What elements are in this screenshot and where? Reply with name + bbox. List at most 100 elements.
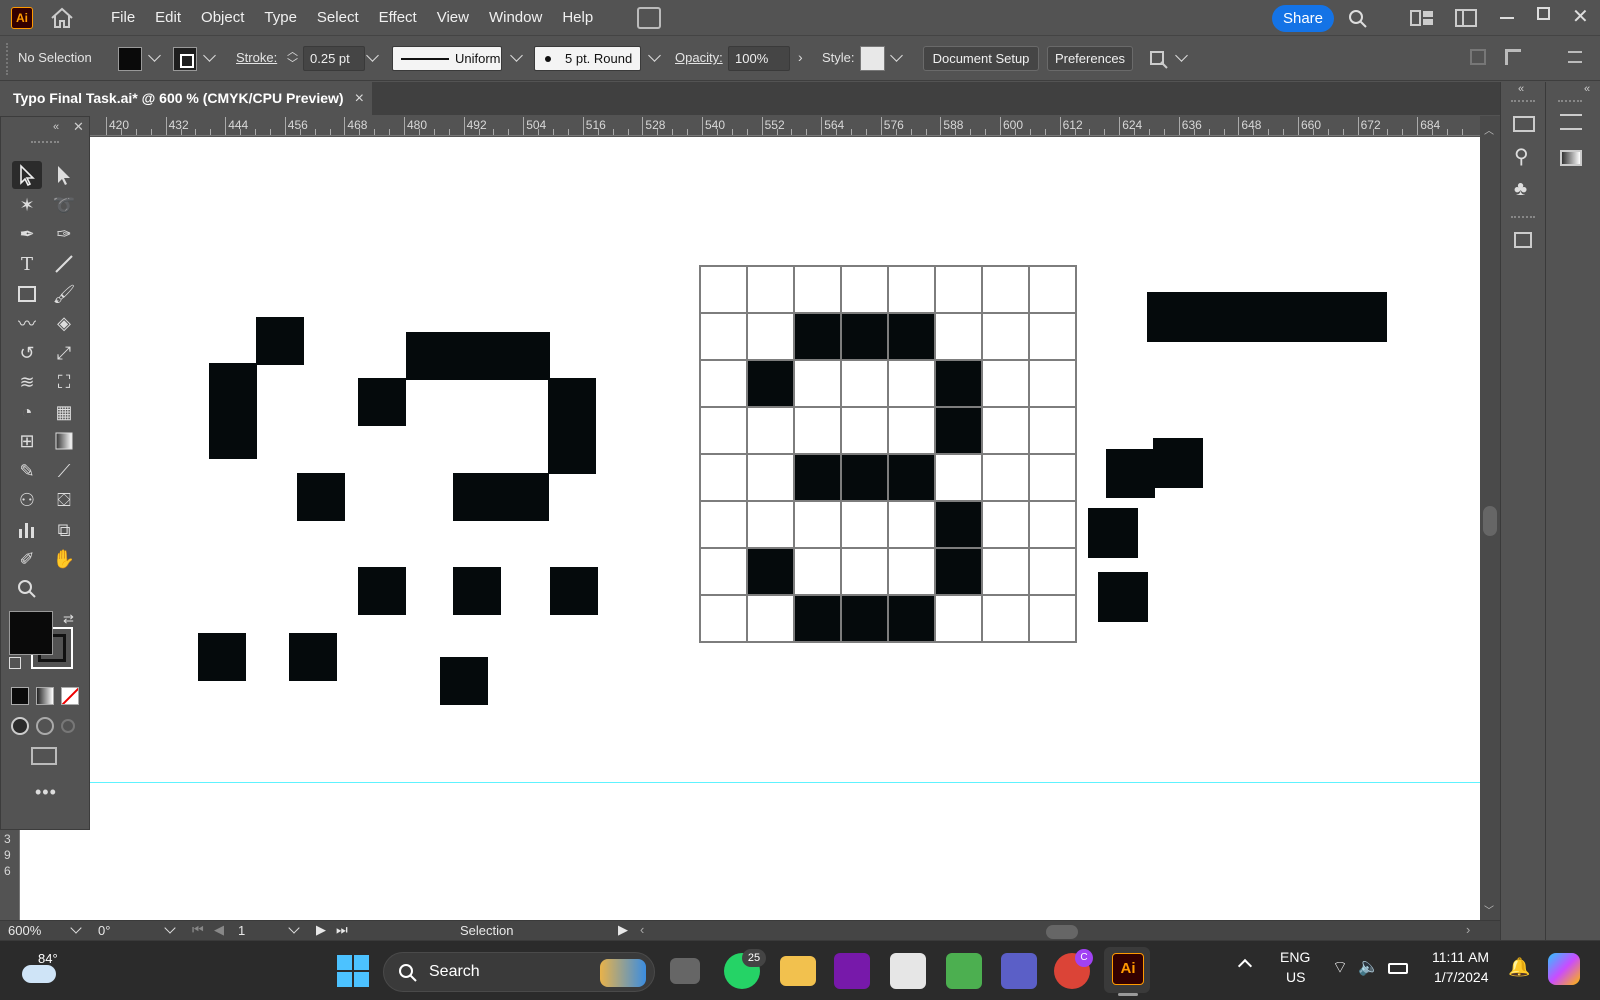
grid-cell-filled[interactable] [935, 360, 982, 407]
menu-select[interactable]: Select [307, 0, 369, 36]
status-menu-icon[interactable]: ▶ [618, 922, 628, 938]
collapse-panel-icon[interactable]: « [53, 121, 59, 133]
measure-tool-icon[interactable]: ⟋ [49, 457, 79, 485]
gradient-mode-icon[interactable] [36, 687, 54, 705]
grid-cell[interactable] [982, 266, 1029, 313]
chevron-down-icon[interactable] [288, 922, 300, 934]
pixel-block[interactable] [209, 363, 257, 459]
teams-icon[interactable] [1001, 953, 1037, 989]
draw-behind-icon[interactable] [36, 717, 54, 735]
magic-wand-tool-icon[interactable]: ✶ [12, 191, 42, 219]
rectangle-tool-icon[interactable] [12, 280, 42, 308]
stroke-weight-input[interactable]: 0.25 pt [303, 46, 365, 71]
artboard-canvas[interactable] [20, 137, 1480, 920]
chevron-down-icon[interactable] [148, 49, 161, 62]
grid-cell-filled[interactable] [841, 313, 888, 360]
onenote-icon[interactable] [834, 953, 870, 989]
screen-mode-icon[interactable] [31, 747, 57, 765]
selection-tool-icon[interactable] [12, 161, 42, 189]
shape-builder-tool-icon[interactable]: ◔ [12, 398, 42, 426]
pixel-block[interactable] [1147, 292, 1387, 342]
notifications-icon[interactable]: 🔔 [1508, 957, 1530, 978]
pixel-block[interactable] [289, 633, 337, 681]
pixel-block[interactable] [358, 567, 406, 615]
collapse-panel-icon[interactable]: « [1518, 83, 1524, 95]
clock-time[interactable]: 11:11 AM [1432, 949, 1489, 965]
grid-cell[interactable] [794, 501, 841, 548]
scroll-down-icon[interactable]: ﹀ [1484, 902, 1494, 917]
scroll-left-icon[interactable]: ‹ [640, 922, 644, 937]
type-tool-icon[interactable]: T [12, 250, 42, 278]
home-icon[interactable] [49, 6, 75, 30]
pen-tool-icon[interactable]: ✒ [12, 220, 42, 248]
menu-effect[interactable]: Effect [369, 0, 427, 36]
chevron-right-icon[interactable]: › [798, 49, 803, 65]
grid-cell-filled[interactable] [841, 454, 888, 501]
chevron-down-icon[interactable] [70, 922, 82, 934]
artboard-number[interactable]: 1 [238, 923, 245, 938]
grid-cell[interactable] [982, 548, 1029, 595]
pixel-block[interactable] [256, 317, 304, 365]
grid-cell[interactable] [1029, 501, 1076, 548]
grid-cell[interactable] [700, 313, 747, 360]
grid-cell[interactable] [888, 548, 935, 595]
slice-tool-icon[interactable]: ✐ [12, 545, 42, 573]
grid-cell[interactable] [935, 266, 982, 313]
fill-swatch[interactable] [118, 47, 142, 71]
workspace-icon[interactable] [1410, 9, 1434, 27]
grid-cell[interactable] [888, 360, 935, 407]
chevron-down-icon[interactable] [366, 49, 379, 62]
free-transform-tool-icon[interactable]: ⛶ [49, 368, 79, 396]
variable-width-profile[interactable]: Uniform [392, 46, 502, 71]
grid-cell[interactable] [1029, 407, 1076, 454]
clock-date[interactable]: 1/7/2024 [1434, 969, 1489, 985]
grid-cell[interactable] [700, 595, 747, 642]
document-tab[interactable]: Typo Final Task.ai* @ 600 % (CMYK/CPU Pr… [0, 82, 372, 115]
grid-cell-filled[interactable] [935, 407, 982, 454]
perspective-grid-tool-icon[interactable]: ▦ [49, 398, 79, 426]
grid-cell[interactable] [888, 266, 935, 313]
pixel-block[interactable] [297, 473, 345, 521]
gradient-tool-icon[interactable] [49, 427, 79, 455]
draw-inside-icon[interactable] [61, 719, 75, 733]
grid-cell[interactable] [700, 360, 747, 407]
pixel-block[interactable] [358, 378, 406, 426]
chevron-down-icon[interactable] [203, 49, 216, 62]
grid-cell-filled[interactable] [935, 501, 982, 548]
symbol-sprayer-tool-icon[interactable]: ⛋ [49, 486, 79, 514]
share-button[interactable]: Share [1272, 5, 1334, 32]
pixel-block[interactable] [1106, 449, 1155, 498]
taskbar-search[interactable]: Search [383, 952, 655, 992]
next-artboard-icon[interactable]: ▶ [316, 922, 326, 938]
language-top[interactable]: ENG [1280, 949, 1310, 965]
grid-cell[interactable] [1029, 266, 1076, 313]
previous-artboard-icon[interactable]: ◀ [214, 922, 224, 938]
panel-menu-icon[interactable] [1568, 51, 1582, 63]
wifi-icon[interactable]: ⌔ [1332, 957, 1348, 978]
rotation-value[interactable]: 0° [98, 923, 110, 938]
grid-cell[interactable] [1029, 360, 1076, 407]
line-tool-icon[interactable] [49, 250, 79, 278]
brush-definition[interactable]: 5 pt. Round [534, 46, 641, 71]
document-setup-button[interactable]: Document Setup [923, 46, 1039, 71]
scroll-right-icon[interactable]: › [1466, 922, 1470, 937]
grid-cell[interactable] [747, 595, 794, 642]
pixel-block[interactable] [1098, 572, 1148, 622]
task-view-icon[interactable] [670, 958, 700, 984]
grid-cell[interactable] [794, 266, 841, 313]
last-artboard-icon[interactable]: ⏭ [336, 922, 348, 938]
brushes-icon[interactable]: ⚲ [1514, 144, 1529, 169]
grid-cell[interactable] [841, 407, 888, 454]
grid-cell-filled[interactable] [935, 548, 982, 595]
scale-tool-icon[interactable]: ⤢ [49, 339, 79, 367]
microsoft-store-icon[interactable] [890, 953, 926, 989]
zoom-tool-icon[interactable] [12, 575, 42, 603]
grid-cell[interactable] [841, 501, 888, 548]
panel-toggle-icon[interactable] [1455, 9, 1477, 27]
grid-cell[interactable] [982, 501, 1029, 548]
file-explorer-icon[interactable] [780, 956, 816, 986]
draw-normal-icon[interactable] [11, 717, 29, 735]
fill-color-swatch[interactable] [9, 611, 53, 655]
mesh-tool-icon[interactable]: ⊞ [12, 427, 42, 455]
column-graph-tool-icon[interactable] [12, 516, 42, 544]
